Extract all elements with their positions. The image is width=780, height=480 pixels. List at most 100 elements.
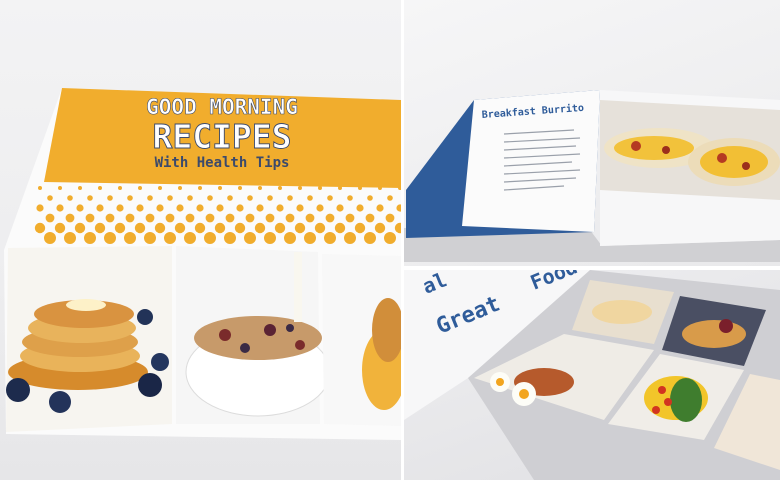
cover-dot [234,222,246,234]
spread-photo: al Food Great [404,270,780,480]
cover-dot [156,204,164,212]
cover-photo-pancakes [6,246,172,432]
cover-dot [305,213,315,223]
cover-dot [105,213,115,223]
cover-dot [245,213,255,223]
cover-dot [207,195,213,201]
cover-dot [325,213,335,223]
cover-dot [324,232,336,244]
cover-dot [316,204,324,212]
cover-title-line1: GOOD MORNING [146,95,298,119]
cover-dot [47,195,53,201]
cover-photo-waffle [322,254,401,426]
cover-dot [85,213,95,223]
cover-dot [254,222,266,234]
cover-dot [236,204,244,212]
cover-dot [285,213,295,223]
cover-dot [338,186,342,190]
cover-dot [87,195,93,201]
cover-dot [264,232,276,244]
cover-dot [265,213,275,223]
open-book-photo-panel: Breakfast Burrito [404,0,780,266]
cover-dot [136,204,144,212]
cover-dot [385,213,395,223]
cover-dot [267,195,273,201]
cover-dot [354,222,366,234]
cover-dot [238,186,242,190]
cover-dot [134,222,146,234]
cover-dot [34,222,46,234]
cover-dot [376,204,384,212]
cover-dot [98,186,102,190]
cover-dot [304,232,316,244]
cover-dot [278,186,282,190]
cover-dot [114,222,126,234]
cover-dot [74,222,86,234]
cover-dot [54,222,66,234]
cover-dot [78,186,82,190]
cover-photo-oatmeal [176,246,331,424]
cover-dot [178,186,182,190]
cover-dot [225,213,235,223]
cover-dot [184,232,196,244]
cover-dot [374,222,386,234]
cover-dot [118,186,122,190]
cover-dot [124,232,136,244]
cover-dot [76,204,84,212]
cover-dot [256,204,264,212]
cover-dot [378,186,382,190]
cover-dot [174,222,186,234]
cover-dot [218,186,222,190]
cover-dot [127,195,133,201]
cover-dot [196,204,204,212]
cover-dot [84,232,96,244]
cover-dot [365,213,375,223]
cover-dot [38,186,42,190]
cover-dot [96,204,104,212]
cover-dot [284,232,296,244]
cover-dot [214,222,226,234]
cover-dot [64,232,76,244]
cover-dot [367,195,373,201]
cover-dot [296,204,304,212]
cover-dot [387,195,393,201]
cover-dot [287,195,293,201]
cover-dot [347,195,353,201]
cover-dot [224,232,236,244]
cover-dot [167,195,173,201]
cover-title-line3: With Health Tips [155,155,290,171]
cover-dot [274,222,286,234]
cover-dot [244,232,256,244]
cover-dot [318,186,322,190]
cover-dot [164,232,176,244]
cover-dot [158,186,162,190]
cover-dot [358,186,362,190]
cover-dot [44,232,56,244]
cover-dot [67,195,73,201]
cover-title-line2: RECIPES [152,117,291,156]
cover-dot [276,204,284,212]
cover-dot [258,186,262,190]
cover-dot [216,204,224,212]
cover-dot [107,195,113,201]
cover-dot [384,232,396,244]
cover-dot [314,222,326,234]
cover-dot [356,204,364,212]
cover-dot [58,186,62,190]
cover-dot [194,222,206,234]
cover-dot [185,213,195,223]
cover-dot [165,213,175,223]
cover-dot [204,232,216,244]
cover-dot [36,204,44,212]
cover-dot [205,213,215,223]
cover-dot [147,195,153,201]
cover-dot [154,222,166,234]
cover-dot [125,213,135,223]
cover-dot [144,232,156,244]
cover-dot [145,213,155,223]
cover-dot [45,213,55,223]
cover-dot [247,195,253,201]
cover-dot [116,204,124,212]
open-book-photo: Breakfast Burrito [404,90,780,262]
cover-dot [138,186,142,190]
